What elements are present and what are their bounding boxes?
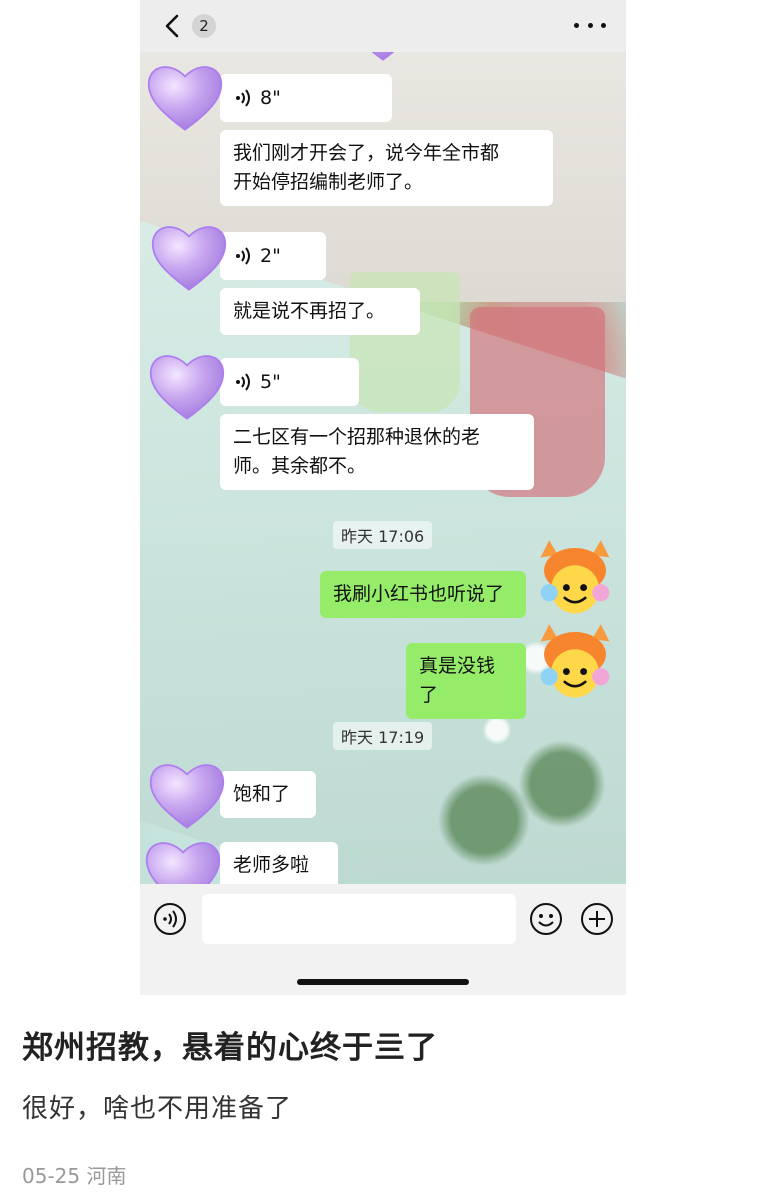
back-button[interactable]: 2 — [160, 12, 216, 40]
user-avatar-icon[interactable] — [532, 620, 618, 706]
voice-message[interactable]: 5" — [220, 358, 359, 406]
emoji-icon[interactable] — [529, 902, 563, 936]
voice-duration: 2" — [260, 244, 281, 267]
voice-duration: 8" — [260, 86, 281, 109]
message-line: 师。其余都不。 — [233, 455, 367, 477]
post-title: 郑州招教，悬着的心终于亖了 — [22, 1030, 438, 1066]
chat-header: 2 — [140, 0, 626, 52]
chat-input-bar — [140, 884, 626, 995]
heart-avatar-icon[interactable] — [144, 752, 230, 838]
heart-avatar-icon[interactable] — [146, 214, 232, 300]
heart-avatar-icon[interactable] — [142, 54, 228, 140]
voice-wave-icon — [236, 247, 250, 265]
message-input[interactable] — [202, 894, 516, 944]
received-message[interactable]: 我们刚才开会了，说今年全市都 开始停招编制老师了。 — [220, 130, 553, 206]
voice-wave-icon — [236, 373, 250, 391]
voice-message[interactable]: 2" — [220, 232, 326, 280]
received-message[interactable]: 饱和了 — [220, 771, 316, 818]
message-timestamp: 昨天 17:19 — [333, 722, 433, 750]
message-line: 就是说不再招了。 — [233, 300, 386, 322]
message-line: 二七区有一个招那种退休的老 — [233, 426, 481, 448]
voice-message[interactable]: 8" — [220, 74, 392, 122]
user-avatar-icon[interactable] — [532, 536, 618, 622]
post-body: 很好，啥也不用准备了 — [22, 1094, 293, 1124]
received-message[interactable]: 就是说不再招了。 — [220, 288, 420, 335]
post-meta: 05-25 河南 — [22, 1164, 127, 1188]
sent-message[interactable]: 我刷小红书也听说了 — [320, 571, 526, 618]
message-line: 老师多啦 — [233, 854, 310, 876]
message-line: 开始停招编制老师了。 — [233, 171, 424, 193]
received-message[interactable]: 二七区有一个招那种退休的老 师。其余都不。 — [220, 414, 534, 490]
voice-input-icon[interactable] — [153, 902, 187, 936]
home-indicator — [297, 979, 469, 985]
message-line: 我们刚才开会了，说今年全市都 — [233, 142, 500, 164]
chevron-left-icon — [165, 14, 179, 38]
message-timestamp: 昨天 17:06 — [333, 521, 433, 549]
voice-duration: 5" — [260, 370, 281, 393]
heart-avatar-icon[interactable] — [144, 343, 230, 429]
voice-wave-icon — [236, 89, 250, 107]
message-text: 我刷小红书也听说了 — [333, 583, 505, 605]
message-line: 饱和了 — [233, 783, 291, 805]
chat-screenshot: 2 8" 我们刚才开会了，说今年全市都 开始停招编制老师了。 2" 就是说不再招… — [140, 0, 626, 995]
message-text: 真是没钱了 — [419, 655, 496, 706]
more-options-icon[interactable] — [574, 12, 606, 38]
plus-icon[interactable] — [580, 902, 614, 936]
received-message[interactable]: 老师多啦 — [220, 842, 338, 889]
unread-count-badge: 2 — [192, 14, 216, 38]
sent-message[interactable]: 真是没钱了 — [406, 643, 526, 719]
